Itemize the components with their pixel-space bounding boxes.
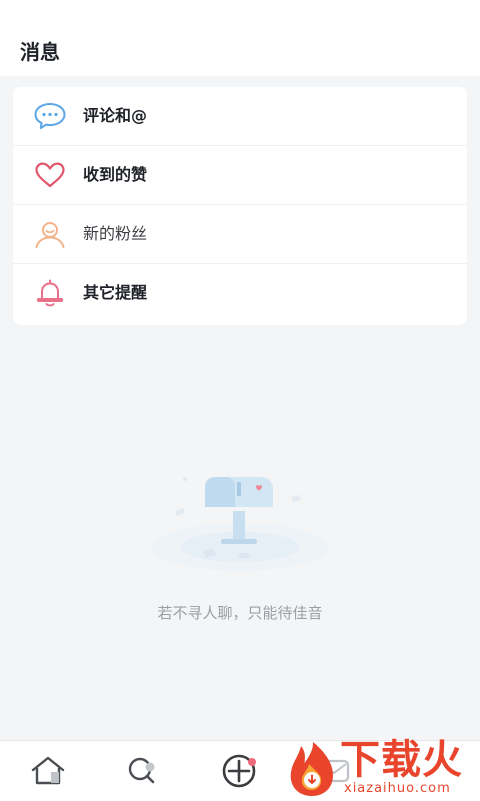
mailbox-illustration [152,477,328,571]
watermark: 下载火 xiazaihuo.com [282,736,480,800]
person-icon [35,222,65,248]
watermark-url: xiazaihuo.com [344,781,451,796]
message-category-other-reminders[interactable]: 其它提醒 [13,264,467,323]
heart-icon [35,162,65,188]
message-category-label: 评论和@ [83,106,148,125]
header: 消息 [0,0,480,76]
message-category-new-followers[interactable]: 新的粉丝 [13,205,467,264]
comment-bubble-icon [34,103,66,129]
empty-state-text: 若不寻人聊，只能待佳音 [157,604,323,622]
search-icon[interactable] [122,753,162,789]
add-icon[interactable] [219,753,259,789]
message-category-label: 收到的赞 [83,165,148,184]
bell-icon [36,279,64,307]
flame-logo-icon [290,742,333,796]
message-category-likes[interactable]: 收到的赞 [13,146,467,205]
page-title: 消息 [20,40,60,64]
home-icon[interactable] [28,753,68,789]
message-category-comments[interactable]: 评论和@ [13,87,467,146]
watermark-title: 下载火 [340,737,463,783]
message-category-list: 评论和@ 收到的赞 新的粉丝 其它提醒 [13,87,467,325]
message-category-label: 其它提醒 [83,283,148,302]
message-category-label: 新的粉丝 [83,224,148,243]
